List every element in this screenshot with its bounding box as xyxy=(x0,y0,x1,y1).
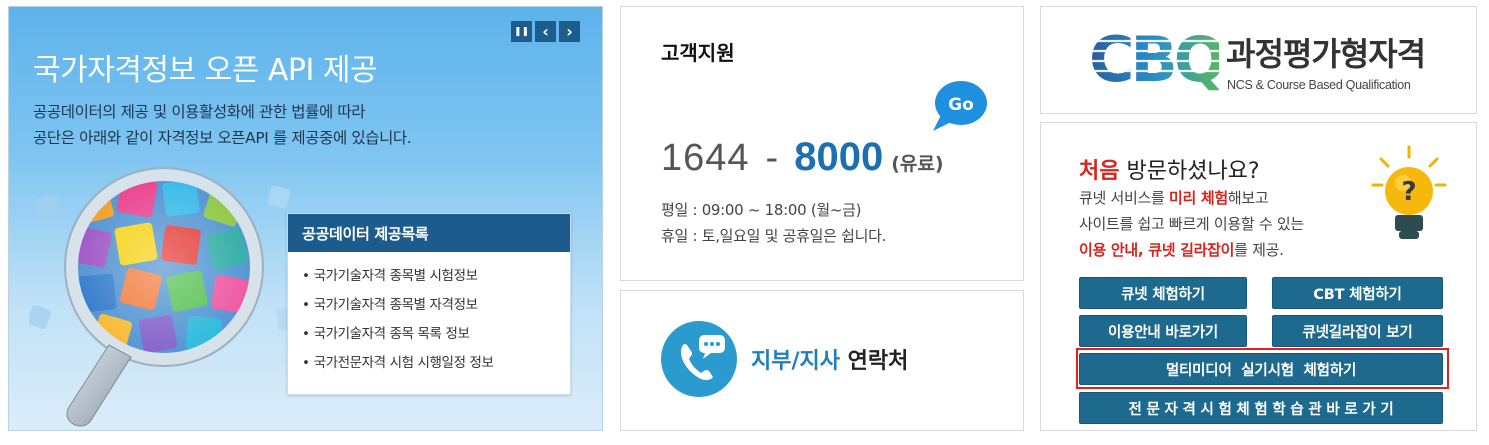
first-visit-question: 처음 방문하셨나요? xyxy=(1079,153,1260,185)
phone-number: 1644 - 8000 (유료) xyxy=(661,135,944,180)
public-data-items: 국가기술자격 종목별 시험정보 국가기술자격 종목별 자격정보 국가기술자격 종… xyxy=(288,252,570,378)
public-data-list: 공공데이터 제공목록 국가기술자격 종목별 시험정보 국가기술자격 종목별 자격… xyxy=(287,213,571,395)
chat-bubble-icon: Go xyxy=(933,81,987,131)
first-visit-line1: 큐넷 서비스를 미리 체험해보고 xyxy=(1079,185,1304,211)
cbq-logo-text: CBQ xyxy=(1089,23,1219,96)
first-visit-description: 큐넷 서비스를 미리 체험해보고 사이트를 쉽고 빠르게 이용할 수 있는 이용… xyxy=(1079,185,1304,263)
go-label: Go xyxy=(948,95,974,115)
magnifier-icon xyxy=(29,167,301,427)
cbq-logo: CBQ xyxy=(1087,23,1219,96)
pause-button[interactable]: ❚❚ xyxy=(511,21,532,42)
banner-title: 국가자격정보 오픈 API 제공 xyxy=(33,53,378,88)
line3-tail: 를 제공. xyxy=(1234,241,1284,259)
first-visit-q-rest: 방문하셨나요? xyxy=(1119,159,1260,184)
cbq-title-en: NCS & Course Based Qualification xyxy=(1227,78,1411,92)
line1-tail: 해보고 xyxy=(1227,189,1269,207)
first-visit-line3: 이용 안내, 큐넷 길라잡이를 제공. xyxy=(1079,237,1304,263)
cbt-trial-button[interactable]: CBT 체험하기 xyxy=(1272,277,1443,309)
first-visit-line2: 사이트를 쉽고 빠르게 이용할 수 있는 xyxy=(1079,215,1304,233)
support-hours: 평일 : 09:00 ~ 18:00 (월~금) 휴일 : 토,일요일 및 공휴… xyxy=(661,197,886,249)
go-button[interactable]: Go xyxy=(931,79,989,141)
next-button[interactable]: › xyxy=(559,21,580,42)
phone-chat-icon xyxy=(661,321,737,397)
qnet-guide-button[interactable]: 큐넷길라잡이 보기 xyxy=(1272,315,1443,347)
list-item: 국가기술자격 종목별 자격정보 xyxy=(302,291,570,320)
list-item: 국가기술자격 종목 목록 정보 xyxy=(302,320,570,349)
qnet-trial-button[interactable]: 큐넷 체험하기 xyxy=(1079,277,1247,309)
list-item: 국가전문자격 시험 시행일정 정보 xyxy=(302,349,570,378)
hours-weekend: 휴일 : 토,일요일 및 공휴일은 쉽니다. xyxy=(661,227,887,245)
cbq-banner[interactable]: CBQ 과정평가형자격 NCS & Course Based Qualifica… xyxy=(1040,6,1477,114)
phone-prefix: 1644 xyxy=(661,137,750,179)
hours-weekday: 평일 : 09:00 ~ 18:00 (월~금) xyxy=(661,201,862,219)
banner-desc-line2: 공단은 아래와 같이 자격정보 오픈API 를 제공중에 있습니다. xyxy=(33,129,412,147)
customer-support-panel: 고객지원 Go 1644 - 8000 (유료) 평일 : 09:00 ~ 18… xyxy=(620,6,1024,281)
branch-label-accent: 지부/지사 xyxy=(751,349,840,374)
banner-description: 공공데이터의 제공 및 이용활성화에 관한 법률에 따라 공단은 아래와 같이 … xyxy=(33,99,412,151)
phone-dash: - xyxy=(765,137,779,179)
professional-exam-experience-button[interactable]: 전 문 자 격 시 험 체 험 학 습 관 바 로 가 기 xyxy=(1079,392,1443,424)
line1-red: 미리 체험 xyxy=(1168,189,1228,207)
bulb-question-mark: ? xyxy=(1401,177,1416,207)
prev-button[interactable]: ‹ xyxy=(535,21,556,42)
line1-text: 큐넷 서비스를 xyxy=(1079,189,1169,207)
first-visit-q-red: 처음 xyxy=(1079,159,1120,184)
phone-main: 8000 xyxy=(794,135,884,179)
lightbulb-icon: ? xyxy=(1371,145,1447,239)
branch-contacts-label: 지부/지사 연락처 xyxy=(751,343,908,375)
support-title: 고객지원 xyxy=(661,41,735,65)
banner-controls: ❚❚ ‹ › xyxy=(511,21,580,42)
public-data-list-title: 공공데이터 제공목록 xyxy=(288,214,570,252)
usage-guide-button[interactable]: 이용안내 바로가기 xyxy=(1079,315,1247,347)
banner-desc-line1: 공공데이터의 제공 및 이용활성화에 관한 법률에 따라 xyxy=(33,103,366,121)
line3-red: 이용 안내, 큐넷 길라잡이 xyxy=(1079,241,1235,259)
phone-paid-note: (유료) xyxy=(891,153,944,175)
branch-contacts-link[interactable]: 지부/지사 연락처 xyxy=(620,290,1024,431)
open-api-banner[interactable]: ❚❚ ‹ › 국가자격정보 오픈 API 제공 공공데이터의 제공 및 이용활성… xyxy=(8,6,603,431)
list-item: 국가기술자격 종목별 시험정보 xyxy=(302,262,570,291)
cbq-title-kr: 과정평가형자격 xyxy=(1226,35,1426,73)
branch-label-rest: 연락처 xyxy=(840,349,909,374)
highlight-box xyxy=(1076,348,1449,389)
